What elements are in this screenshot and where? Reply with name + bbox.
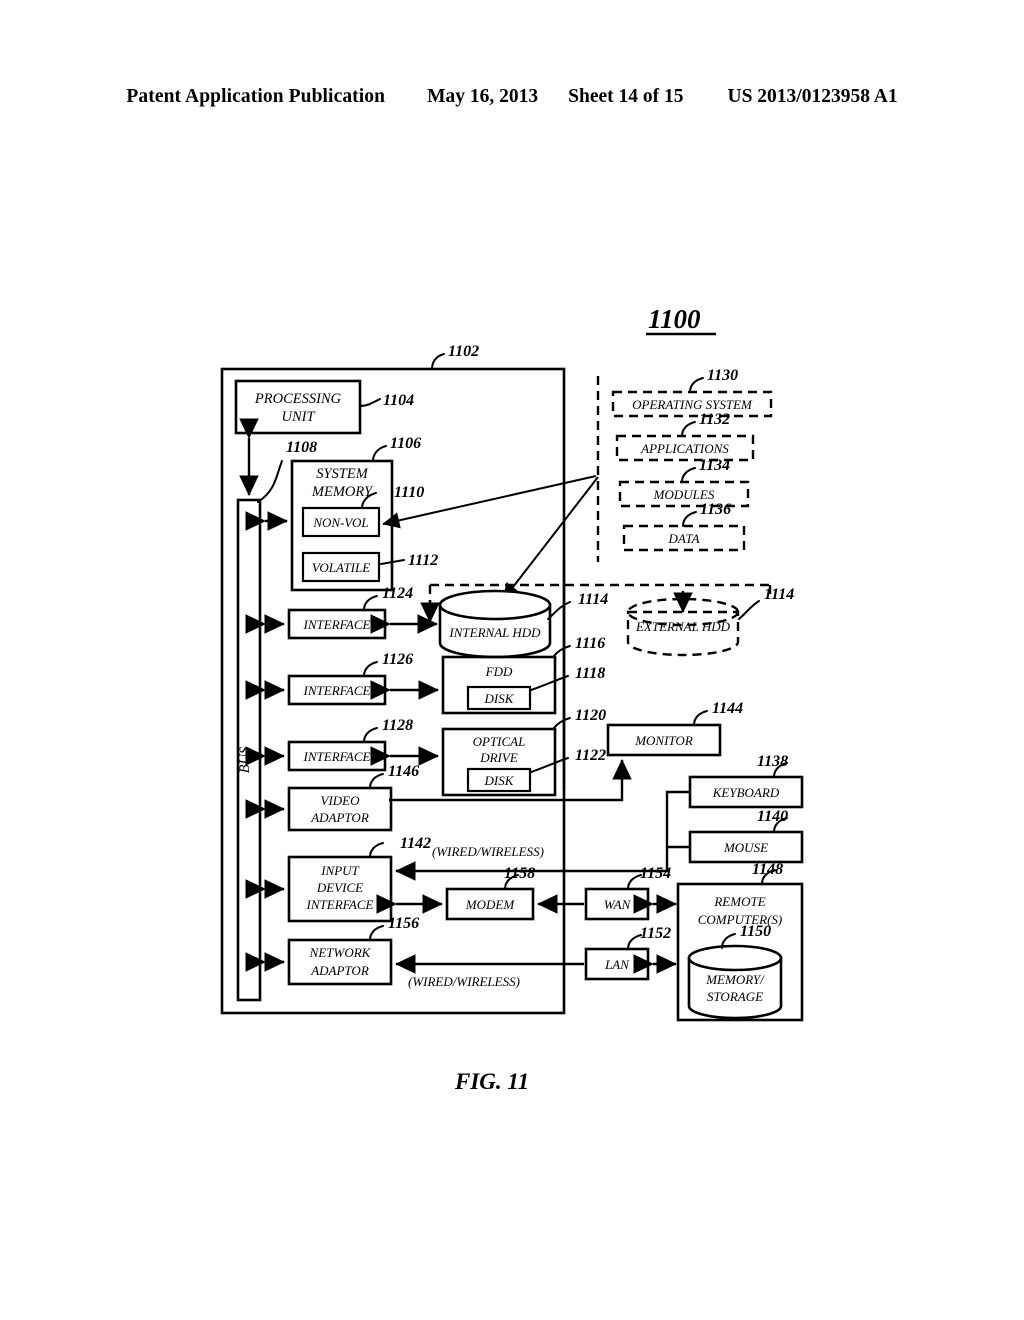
- video-adaptor-label-1: VIDEO: [321, 793, 361, 808]
- ref-1152: 1152: [640, 925, 671, 942]
- ref-1146: 1146: [388, 763, 419, 780]
- leader-1108: [257, 460, 283, 503]
- monitor-label: MONITOR: [634, 733, 693, 748]
- arrow-stack-to-internal-hdd: [502, 476, 599, 601]
- remote-computers-label-1: REMOTE: [713, 894, 765, 909]
- ref-1144: 1144: [712, 700, 743, 717]
- leader-1142: [369, 842, 384, 858]
- optical-drive-label-2: DRIVE: [479, 750, 518, 765]
- operating-system-label: OPERATING SYSTEM: [632, 397, 753, 412]
- ref-1118: 1118: [575, 665, 605, 682]
- wired-wireless-bottom-label: (WIRED/WIRELESS): [408, 974, 520, 989]
- interface-fdd-label: INTERFACE: [303, 683, 371, 698]
- fdd-label: FDD: [485, 664, 513, 679]
- ref-1124: 1124: [382, 585, 413, 602]
- volatile-label: VOLATILE: [312, 560, 370, 575]
- ref-1136: 1136: [700, 501, 731, 518]
- leader-1102: [431, 353, 445, 370]
- bus-label: BUS: [237, 746, 253, 773]
- ref-1116: 1116: [575, 635, 605, 652]
- ref-1154: 1154: [640, 865, 671, 882]
- interface-hdd-label: INTERFACE: [303, 617, 371, 632]
- processing-unit-label-2: UNIT: [281, 409, 315, 425]
- leader-1128: [363, 727, 378, 743]
- optical-disk-label: DISK: [484, 773, 515, 788]
- ref-1128: 1128: [382, 717, 413, 734]
- fdd-disk-label: DISK: [484, 691, 515, 706]
- ref-1104: 1104: [383, 392, 414, 409]
- ref-1110: 1110: [394, 484, 424, 501]
- leader-1156: [369, 925, 384, 941]
- ref-1108: 1108: [286, 439, 317, 456]
- wired-wireless-top-label: (WIRED/WIRELESS): [432, 844, 544, 859]
- system-memory-label-1: SYSTEM: [316, 466, 368, 482]
- ref-1138: 1138: [757, 753, 788, 770]
- wan-label: WAN: [604, 897, 632, 912]
- leader-1120: [552, 717, 571, 730]
- keyboard-label: KEYBOARD: [712, 785, 780, 800]
- ref-1158: 1158: [504, 865, 535, 882]
- leader-1124: [363, 595, 378, 611]
- ref-1142: 1142: [400, 835, 431, 852]
- ref-1150: 1150: [740, 923, 771, 940]
- figure-caption: FIG. 11: [454, 1069, 529, 1094]
- leader-1126: [363, 661, 378, 677]
- input-device-interface-label-2: DEVICE: [316, 880, 363, 895]
- leader-1146: [369, 773, 384, 789]
- input-device-interface-label-1: INPUT: [320, 863, 359, 878]
- network-adaptor-label-1: NETWORK: [309, 945, 372, 960]
- network-adaptor-label-2: ADAPTOR: [310, 963, 369, 978]
- ref-1148: 1148: [752, 861, 783, 878]
- ref-1130: 1130: [707, 367, 738, 384]
- leader-1122: [530, 757, 569, 773]
- video-adaptor-label-2: ADAPTOR: [310, 810, 369, 825]
- processing-unit-box: [234, 379, 362, 435]
- ref-1106: 1106: [390, 435, 421, 452]
- memory-storage-top: [687, 944, 783, 972]
- modem-label: MODEM: [465, 897, 516, 912]
- external-hdd-label: EXTERNAL HDD: [635, 619, 731, 634]
- leader-1116: [552, 645, 571, 658]
- internal-hdd-label: INTERNAL HDD: [448, 625, 541, 640]
- ref-1156: 1156: [388, 915, 419, 932]
- leader-1136: [682, 511, 697, 527]
- leader-1114-external: [738, 600, 760, 620]
- applications-label: APPLICATIONS: [640, 441, 729, 456]
- internal-hdd-top: [438, 589, 552, 621]
- mouse-label: MOUSE: [723, 840, 768, 855]
- interface-optical-label: INTERFACE: [303, 749, 371, 764]
- data-label: DATA: [667, 531, 699, 546]
- leader-1106: [372, 445, 387, 462]
- leader-1130: [689, 377, 704, 393]
- figure-system-number: 1100: [648, 304, 701, 334]
- line-keyboard-trunk: [665, 790, 690, 860]
- input-device-interface-label-3: INTERFACE: [306, 897, 374, 912]
- memory-storage-label-2: STORAGE: [707, 989, 763, 1004]
- memory-storage-label-1: MEMORY/: [705, 972, 765, 987]
- processing-unit-label-1: PROCESSING: [254, 391, 342, 407]
- ref-1126: 1126: [382, 651, 413, 668]
- figure-svg: 1100 1102 PROCESSING UNIT 1104 BUS 1108 …: [220, 304, 804, 1094]
- ref-1112: 1112: [408, 552, 438, 569]
- leader-1132: [681, 421, 696, 437]
- ref-1134: 1134: [699, 457, 730, 474]
- leader-1104: [359, 398, 381, 407]
- leader-1118: [530, 675, 569, 691]
- leader-1134: [681, 467, 696, 483]
- lan-label: LAN: [604, 957, 630, 972]
- leader-1144: [693, 710, 708, 726]
- ref-1140: 1140: [757, 808, 788, 825]
- system-memory-label-2: MEMORY: [311, 484, 374, 500]
- ref-1122: 1122: [575, 747, 606, 764]
- ref-1114-internal: 1114: [578, 591, 608, 608]
- ref-1120: 1120: [575, 707, 606, 724]
- non-vol-label: NON-VOL: [312, 515, 368, 530]
- ref-1132: 1132: [699, 411, 730, 428]
- ref-1102: 1102: [448, 343, 479, 360]
- patent-figure-page: Patent Application Publication May 16, 2…: [0, 0, 1024, 1320]
- optical-drive-label-1: OPTICAL: [473, 734, 526, 749]
- ref-1114-external: 1114: [764, 586, 794, 603]
- modules-label: MODULES: [653, 487, 715, 502]
